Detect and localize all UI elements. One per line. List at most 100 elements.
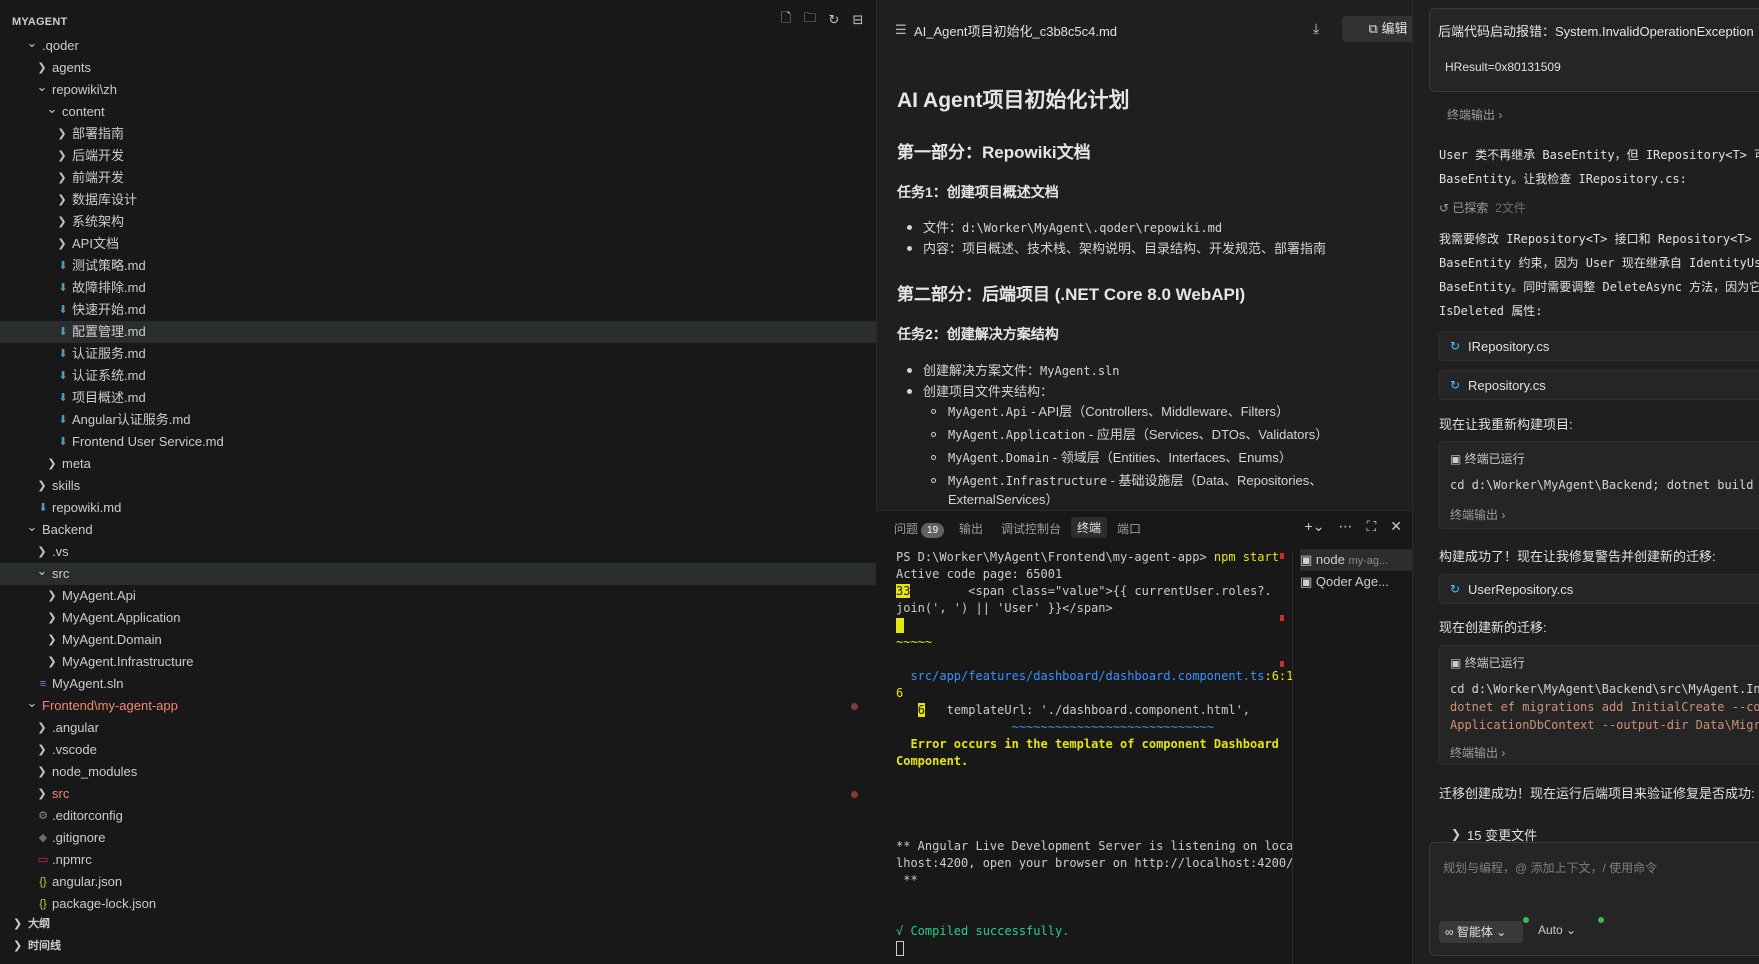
tree-folder[interactable]: ⌄ content — [0, 101, 876, 123]
doc-list-item: 创建项目文件夹结构： — [923, 384, 1054, 399]
chat-paragraph: IsDeleted 属性: — [1439, 304, 1543, 318]
tree-folder[interactable]: ❯ 部署指南 — [0, 123, 876, 145]
tab-terminal[interactable]: 终端 — [1071, 517, 1108, 538]
terminal-line: 6 — [896, 686, 904, 700]
new-terminal-icon[interactable]: +⌄ — [1305, 518, 1325, 535]
tree-file[interactable]: ⬇ 认证服务.md — [0, 343, 876, 365]
tab-ports[interactable]: 端口 — [1117, 520, 1141, 537]
agent-mode-dropdown[interactable]: ∞ 智能体 ⌄ — [1439, 921, 1523, 943]
tree-folder[interactable]: ⌄ src — [0, 563, 876, 585]
editor-tab-title[interactable]: AI_Agent项目初始化_c3b8c5c4.md — [914, 21, 1117, 40]
tree-folder[interactable]: ❯ meta — [0, 453, 876, 475]
chevron-right-icon: ❯ — [57, 194, 67, 206]
terminal-item[interactable]: ▣ Qoder Age... — [1300, 571, 1412, 593]
tree-folder[interactable]: ❯ MyAgent.Application — [0, 607, 876, 629]
tree-folder[interactable]: ❯ 后端开发 — [0, 145, 876, 167]
tree-file[interactable]: ⬇ 测试策略.md — [0, 255, 876, 277]
tree-file[interactable]: ⬇ 配置管理.md — [0, 321, 876, 343]
tab-problems[interactable]: 问题 19 — [894, 520, 945, 538]
tree-folder[interactable]: ❯ .angular — [0, 717, 876, 739]
tree-file[interactable]: ◆ .gitignore — [0, 827, 876, 849]
model-dropdown[interactable]: Auto ⌄ — [1538, 923, 1576, 937]
tree-file[interactable]: ≡ MyAgent.sln — [0, 673, 876, 695]
chevron-right-icon: ❯ — [37, 722, 47, 734]
tree-folder[interactable]: ❯ MyAgent.Domain — [0, 629, 876, 651]
tree-folder[interactable]: ❯ node_modules — [0, 761, 876, 783]
file-change-card[interactable]: ↻ Repository.cs — [1439, 370, 1759, 400]
edit-button[interactable]: ⧉ 编辑 — [1342, 16, 1412, 42]
tree-item-label: .gitignore — [52, 830, 106, 845]
csharp-file-icon: ↻ — [1450, 582, 1461, 596]
new-folder-icon[interactable]: 🗀 — [802, 10, 818, 28]
edit-button-label: 编辑 — [1381, 21, 1408, 36]
tree-item-label: Angular认证服务.md — [72, 412, 191, 427]
bullet — [931, 455, 936, 460]
tree-folder[interactable]: ❯ .vscode — [0, 739, 876, 761]
terminal-output-toggle[interactable]: 终端输出 › — [1447, 106, 1502, 123]
panel-actions: +⌄ ⋯ ⛶ ✕ — [1305, 518, 1402, 535]
tree-file[interactable]: ⬇ Frontend User Service.md — [0, 431, 876, 453]
file-change-card[interactable]: ↻ IRepository.cs — [1439, 331, 1759, 361]
tree-file[interactable]: ⬇ Angular认证服务.md — [0, 409, 876, 431]
error-detail: HResult=0x80131509 — [1445, 60, 1561, 74]
tree-file[interactable]: ⬇ 项目概述.md — [0, 387, 876, 409]
tree-file[interactable]: ⬇ 认证系统.md — [0, 365, 876, 387]
chevron-right-icon: ❯ — [37, 766, 47, 778]
tree-file[interactable]: {} package-lock.json — [0, 893, 876, 915]
close-panel-icon[interactable]: ✕ — [1390, 518, 1402, 535]
tree-file[interactable]: {} angular.json — [0, 871, 876, 893]
tree-file[interactable]: ⬇ 快速开始.md — [0, 299, 876, 321]
more-actions-icon[interactable]: ⋯ — [1338, 518, 1352, 535]
bullet — [907, 246, 912, 251]
tree-folder[interactable]: ❯ 系统架构 — [0, 211, 876, 233]
tree-item-label: .vs — [52, 544, 69, 559]
terminal-output-toggle[interactable]: 终端输出 › — [1450, 744, 1505, 761]
file-change-card[interactable]: ↻ UserRepository.cs — [1439, 574, 1759, 604]
tree-folder[interactable]: ❯ skills — [0, 475, 876, 497]
tree-folder[interactable]: ❯ agents — [0, 57, 876, 79]
chat-paragraph: 现在创建新的迁移: — [1439, 620, 1547, 635]
tree-folder[interactable]: ❯ MyAgent.Api — [0, 585, 876, 607]
refresh-icon[interactable]: ↻ — [826, 12, 842, 28]
tab-output[interactable]: 输出 — [959, 520, 983, 537]
tree-folder[interactable]: ❯ API文档 — [0, 233, 876, 255]
tree-file[interactable]: ⚙ .editorconfig — [0, 805, 876, 827]
tree-folder[interactable]: ❯ 数据库设计 — [0, 189, 876, 211]
user-message-error: 后端代码启动报错：System.InvalidOperationExceptio… — [1429, 8, 1759, 92]
collapse-all-icon[interactable]: ⊟ — [850, 12, 866, 28]
tree-item-label: repowiki.md — [52, 500, 122, 515]
maximize-panel-icon[interactable]: ⛶ — [1366, 518, 1376, 535]
tree-folder[interactable]: ⌄ Frontend\my-agent-app — [0, 695, 876, 717]
tree-item-label: MyAgent.Domain — [62, 632, 162, 647]
tree-item-label: Frontend User Service.md — [72, 434, 224, 449]
tree-folder[interactable]: ⌄ .qoder — [0, 35, 876, 57]
tree-file[interactable]: ⬇ repowiki.md — [0, 497, 876, 519]
terminal-ran-label: ▣ 终端已运行 — [1450, 452, 1525, 466]
tab-debug-console[interactable]: 调试控制台 — [1001, 520, 1061, 537]
tree-item-label: Frontend\my-agent-app — [42, 698, 178, 713]
explored-indicator[interactable]: ↺ 已探索 2文件 — [1439, 199, 1526, 216]
tree-folder[interactable]: ⌄ repowiki\zh — [0, 79, 876, 101]
terminal-item[interactable]: ▣ node my-ag... — [1300, 549, 1412, 571]
chat-paragraph: BaseEntity 约束，因为 User 现在继承自 IdentityUse — [1439, 256, 1759, 270]
chat-input-box[interactable]: 规划与编程，@ 添加上下文，/ 使用命令 ∞ 智能体 ⌄ Auto ⌄ — [1429, 842, 1759, 956]
tree-folder[interactable]: ❯ MyAgent.Infrastructure — [0, 651, 876, 673]
tree-file[interactable]: ▭ .npmrc — [0, 849, 876, 871]
tree-folder[interactable]: ❯ .vs — [0, 541, 876, 563]
panel-tabs: 问题 19 输出 调试控制台 终端 端口 +⌄ ⋯ ⛶ ✕ — [876, 511, 1412, 543]
command-text: cd d:\Worker\MyAgent\Backend; dotnet bui… — [1450, 478, 1754, 492]
download-icon[interactable]: ⤓ — [1313, 20, 1319, 37]
tree-file[interactable]: ⬇ 故障排除.md — [0, 277, 876, 299]
chevron-right-icon: ❯ — [13, 940, 23, 952]
terminal-line: Component. — [896, 754, 969, 768]
terminal-output[interactable]: PS D:\Worker\MyAgent\Frontend\my-agent-a… — [896, 549, 1294, 957]
terminal-output-toggle[interactable]: 终端输出 › — [1450, 506, 1505, 523]
terminal-line: lhost:4200, open your browser on http://… — [896, 856, 1294, 870]
tree-folder[interactable]: ❯ src — [0, 783, 876, 805]
outline-section[interactable]: ❯ 大纲 — [0, 913, 876, 935]
timeline-section[interactable]: ❯ 时间线 — [0, 935, 876, 957]
tree-folder[interactable]: ❯ 前端开发 — [0, 167, 876, 189]
json-file-icon: {} — [39, 898, 47, 910]
new-file-icon[interactable]: 🗋 — [778, 10, 794, 28]
tree-folder[interactable]: ⌄ Backend — [0, 519, 876, 541]
